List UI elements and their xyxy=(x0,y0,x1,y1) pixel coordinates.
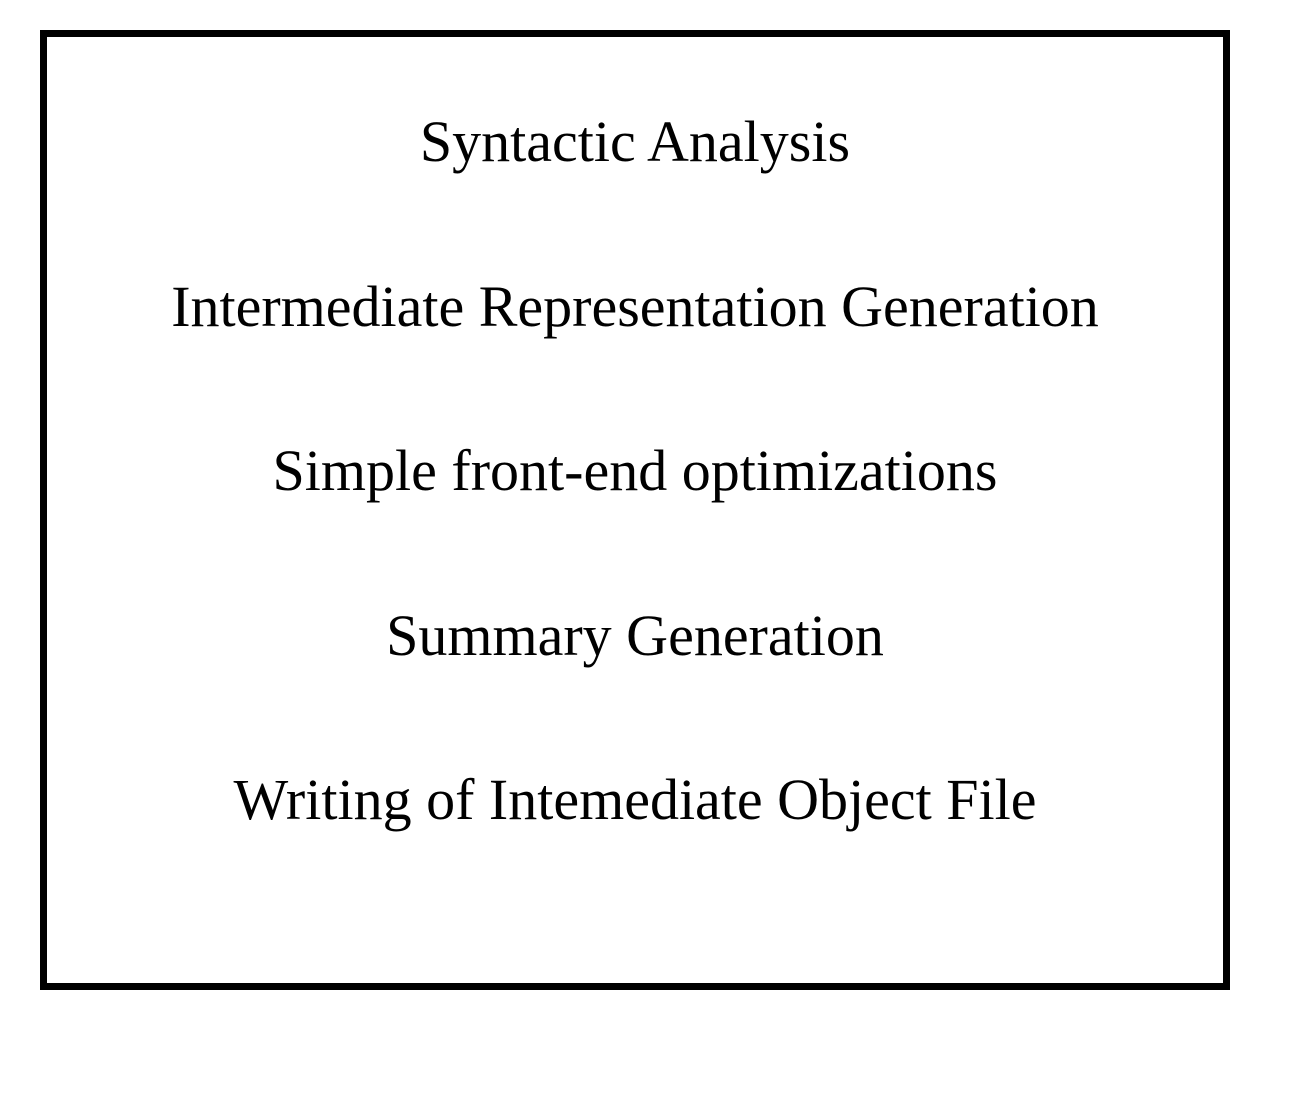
step-writing-of-intermediate-object-file: Writing of Intemediate Object File xyxy=(234,765,1037,835)
diagram-box: Syntactic Analysis Intermediate Represen… xyxy=(40,30,1230,990)
step-syntactic-analysis: Syntactic Analysis xyxy=(420,107,850,177)
step-summary-generation: Summary Generation xyxy=(386,601,884,671)
step-simple-front-end-optimizations: Simple front-end optimizations xyxy=(273,436,998,506)
step-intermediate-representation-generation: Intermediate Representation Generation xyxy=(171,272,1099,342)
